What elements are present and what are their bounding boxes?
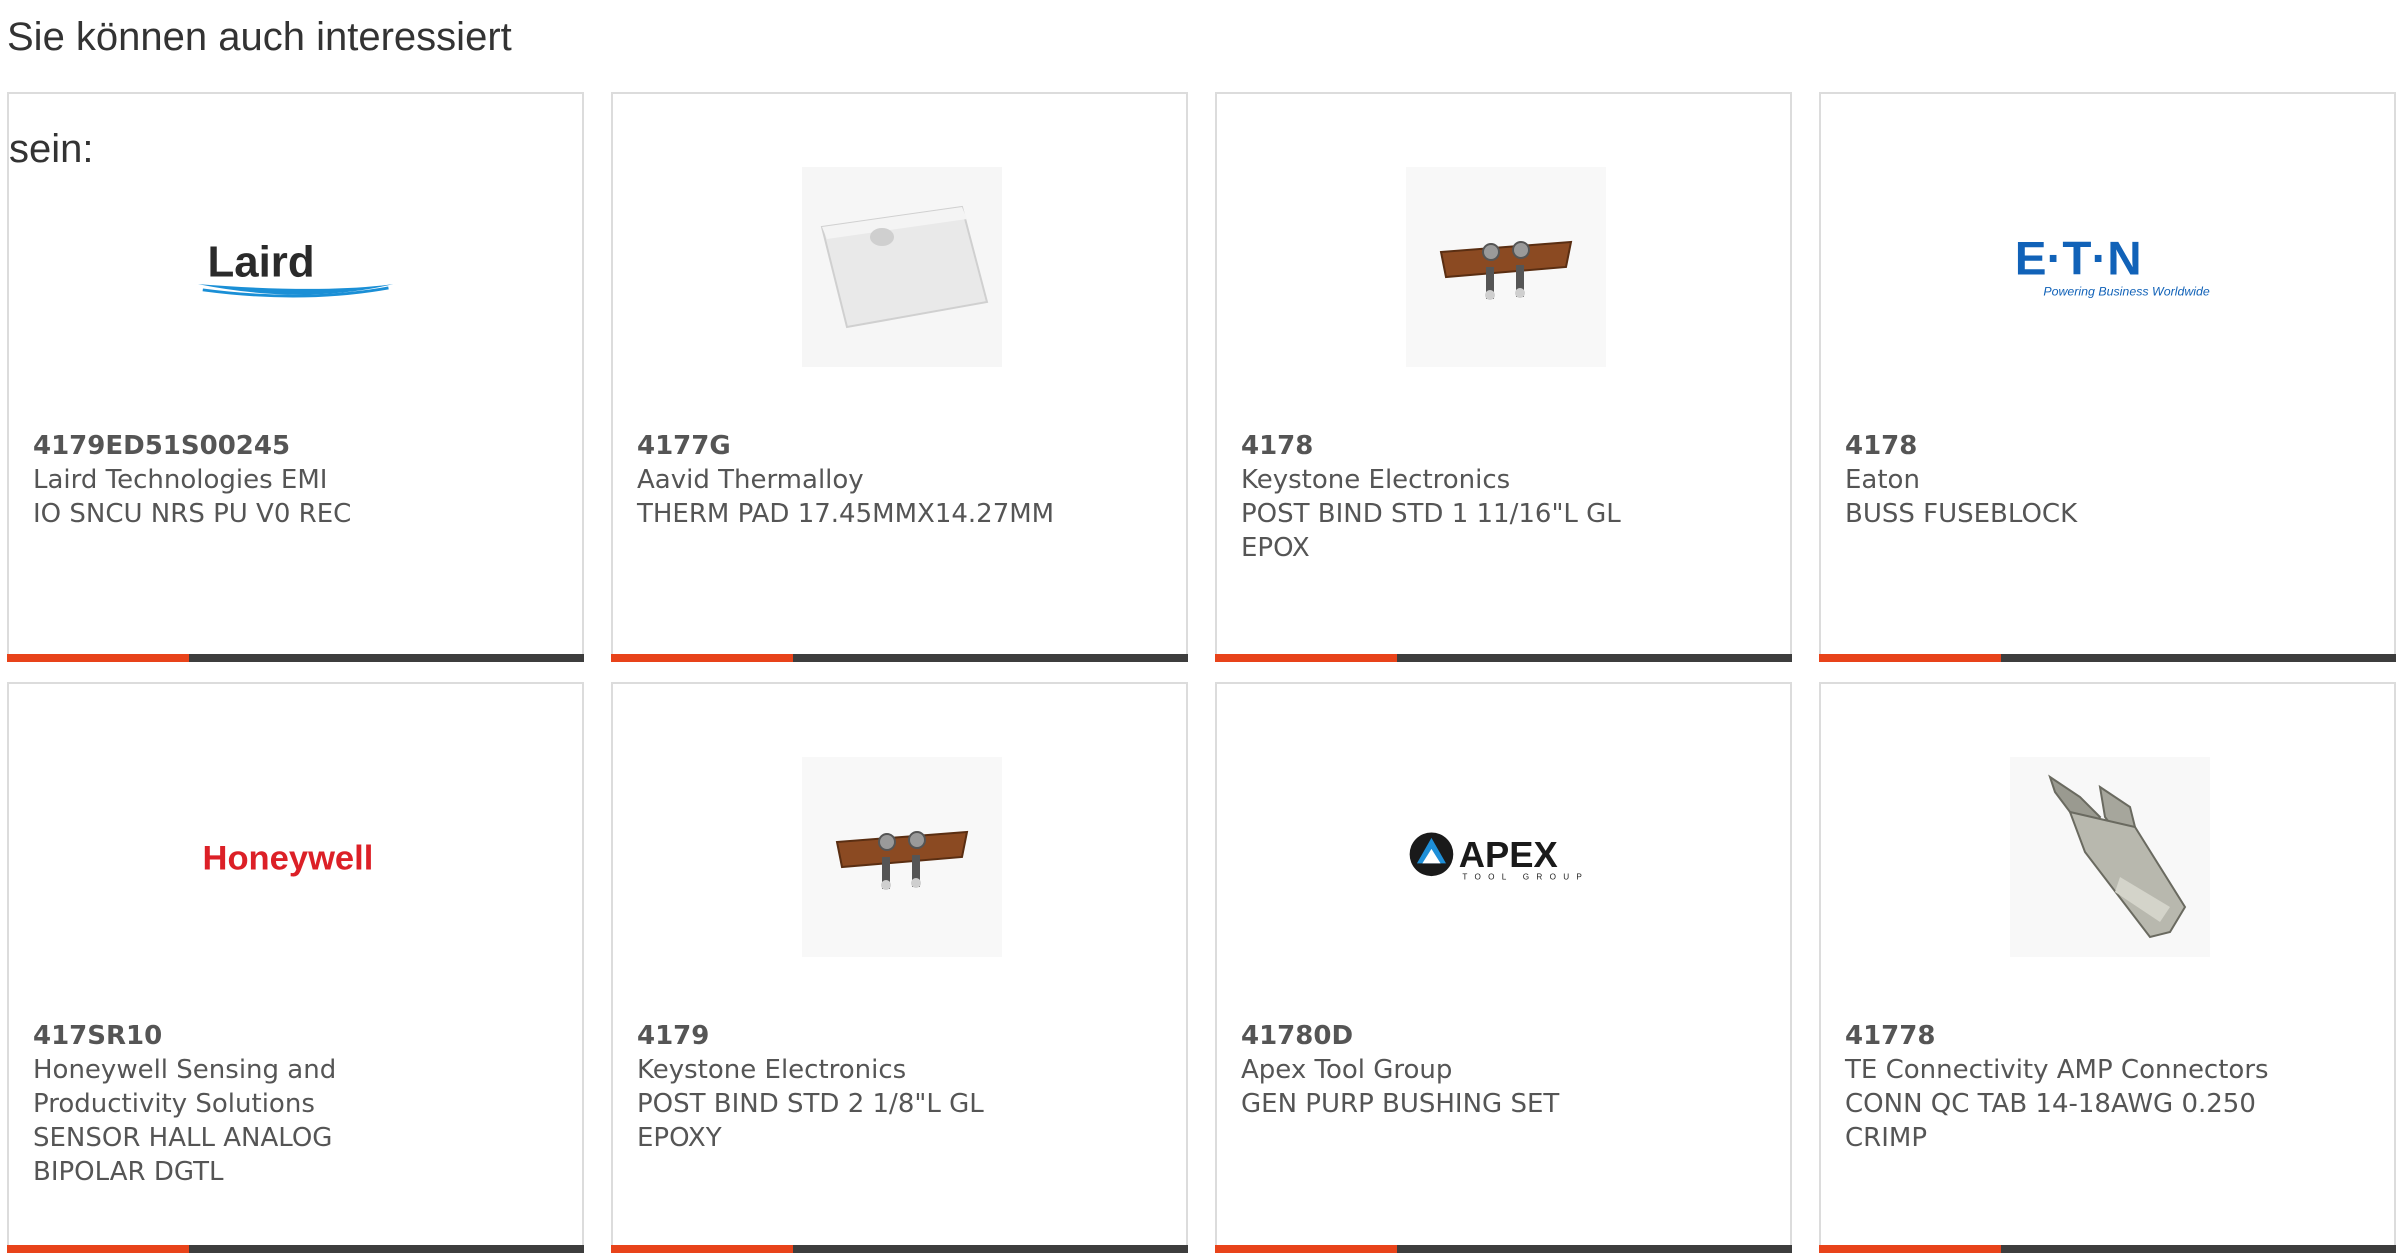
- product-manufacturer: Laird Technologies EMI: [33, 465, 328, 495]
- product-manufacturer: Honeywell Sensing and Productivity Solut…: [33, 1055, 337, 1119]
- product-image[interactable]: Honeywell: [198, 757, 398, 957]
- product-part-number[interactable]: 4177G: [637, 429, 1157, 463]
- product-part-number[interactable]: 41778: [1845, 1019, 2365, 1053]
- card-accent-bar: [611, 1245, 793, 1253]
- card-accent-bar: [7, 1245, 189, 1253]
- card-accent-bar: [1819, 654, 2001, 662]
- product-description: POST BIND STD 2 1/8"L GL EPOXY: [637, 1089, 984, 1153]
- product-part-number[interactable]: 4178: [1845, 429, 2365, 463]
- product-info: 4178 Keystone Electronics POST BIND STD …: [1241, 429, 1761, 565]
- product-card[interactable]: 4178 Keystone Electronics POST BIND STD …: [1215, 92, 1792, 662]
- product-part-number[interactable]: 417SR10: [33, 1019, 553, 1053]
- product-description: CONN QC TAB 14-18AWG 0.250 CRIMP: [1845, 1089, 2256, 1153]
- product-card[interactable]: 4177G Aavid Thermalloy THERM PAD 17.45MM…: [611, 92, 1188, 662]
- laird-logo-icon: Laird: [198, 238, 394, 298]
- product-info: 41778 TE Connectivity AMP Connectors CON…: [1845, 1019, 2365, 1155]
- product-info: 4179 Keystone Electronics POST BIND STD …: [637, 1019, 1157, 1155]
- card-bottom-bar: [1819, 654, 2396, 662]
- card-bottom-bar: [1819, 1245, 2396, 1253]
- therm-pad-icon: [802, 167, 1002, 367]
- honeywell-logo-text: Honeywell: [203, 840, 374, 878]
- product-description: IO SNCU NRS PU V0 REC: [33, 499, 352, 529]
- eaton-logo-tagline: Powering Business Worldwide: [2043, 285, 2210, 299]
- product-card[interactable]: 41778 TE Connectivity AMP Connectors CON…: [1819, 682, 2396, 1253]
- product-description: POST BIND STD 1 11/16"L GL EPOX: [1241, 499, 1621, 563]
- product-part-number[interactable]: 41780D: [1241, 1019, 1761, 1053]
- honeywell-logo-icon: Honeywell: [203, 840, 374, 878]
- product-card[interactable]: APEX TOOL GROUP 41780D Apex Tool Group G…: [1215, 682, 1792, 1253]
- product-manufacturer: TE Connectivity AMP Connectors: [1845, 1055, 2269, 1085]
- product-image[interactable]: Laird: [198, 167, 398, 367]
- card-bottom-bar: [1215, 654, 1792, 662]
- product-image[interactable]: [2010, 757, 2210, 957]
- product-image[interactable]: E·T·N Powering Business Worldwide: [2010, 167, 2210, 367]
- product-card[interactable]: 4179 Keystone Electronics POST BIND STD …: [611, 682, 1188, 1253]
- product-description: SENSOR HALL ANALOG BIPOLAR DGTL: [33, 1123, 333, 1187]
- product-info: 4179ED51S00245 Laird Technologies EMI IO…: [33, 429, 553, 531]
- product-description: THERM PAD 17.45MMX14.27MM: [637, 499, 1055, 529]
- product-card[interactable]: sein: Laird 4179ED51S00245 Laird Technol…: [7, 92, 584, 662]
- eaton-logo-text: E·T·N: [2015, 233, 2142, 286]
- product-info: 417SR10 Honeywell Sensing and Productivi…: [33, 1019, 553, 1189]
- card-accent-bar: [611, 654, 793, 662]
- apex-logo-icon: APEX TOOL GROUP: [1409, 832, 1589, 882]
- laird-logo-text: Laird: [208, 238, 315, 287]
- card-bottom-bar: [7, 654, 584, 662]
- product-card[interactable]: E·T·N Powering Business Worldwide 4178 E…: [1819, 92, 2396, 662]
- card-accent-bar: [1819, 1245, 2001, 1253]
- card-bottom-bar: [7, 1245, 584, 1253]
- card-bottom-bar: [1215, 1245, 1792, 1253]
- product-image[interactable]: [802, 167, 1002, 367]
- card-accent-bar: [1215, 654, 1397, 662]
- product-info: 4177G Aavid Thermalloy THERM PAD 17.45MM…: [637, 429, 1157, 531]
- product-manufacturer: Keystone Electronics: [1241, 465, 1511, 495]
- product-part-number[interactable]: 4178: [1241, 429, 1761, 463]
- product-manufacturer: Keystone Electronics: [637, 1055, 907, 1085]
- apex-logo-tagline: TOOL GROUP: [1462, 873, 1589, 882]
- product-manufacturer: Apex Tool Group: [1241, 1055, 1453, 1085]
- apex-logo-text: APEX: [1459, 834, 1558, 875]
- section-title: Sie können auch interessiert: [7, 15, 512, 59]
- eaton-logo-icon: E·T·N Powering Business Worldwide: [2015, 233, 2210, 299]
- product-image[interactable]: [1406, 167, 1606, 367]
- product-description: GEN PURP BUSHING SET: [1241, 1089, 1560, 1119]
- product-part-number[interactable]: 4179ED51S00245: [33, 429, 553, 463]
- binding-post-icon: [802, 757, 1002, 957]
- product-info: 41780D Apex Tool Group GEN PURP BUSHING …: [1241, 1019, 1761, 1121]
- product-part-number[interactable]: 4179: [637, 1019, 1157, 1053]
- product-card[interactable]: Honeywell 417SR10 Honeywell Sensing and …: [7, 682, 584, 1253]
- quick-connect-tab-icon: [2010, 757, 2210, 957]
- card-bottom-bar: [611, 654, 1188, 662]
- card-accent-bar: [7, 654, 189, 662]
- product-description: BUSS FUSEBLOCK: [1845, 499, 2078, 529]
- product-manufacturer: Aavid Thermalloy: [637, 465, 864, 495]
- product-image[interactable]: [802, 757, 1002, 957]
- card-accent-bar: [1215, 1245, 1397, 1253]
- card-bottom-bar: [611, 1245, 1188, 1253]
- product-manufacturer: Eaton: [1845, 465, 1920, 495]
- section-title-continued: sein:: [9, 127, 94, 171]
- product-info: 4178 Eaton BUSS FUSEBLOCK: [1845, 429, 2365, 531]
- product-image[interactable]: APEX TOOL GROUP: [1406, 757, 1606, 957]
- binding-post-icon: [1406, 167, 1606, 367]
